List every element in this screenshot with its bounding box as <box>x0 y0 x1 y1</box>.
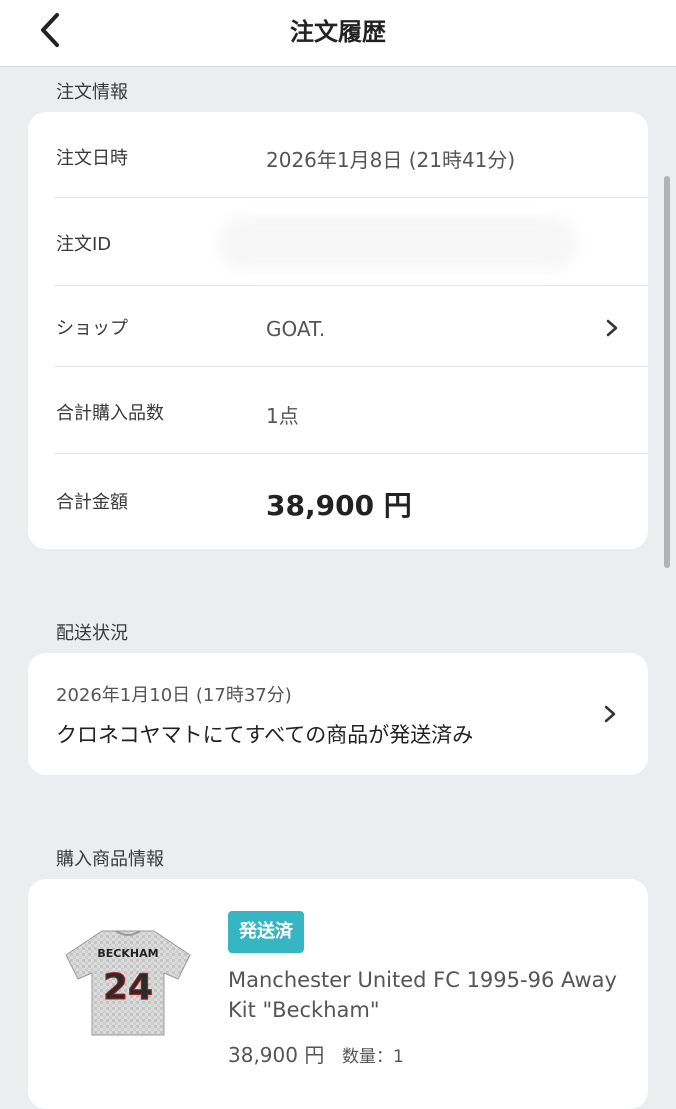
shipping-card[interactable]: 2026年1月10日 (17時37分) クロネコヤマトにてすべての商品が発送済み <box>28 653 648 775</box>
total-amount-value: 38,900 円 <box>266 489 412 522</box>
jersey-player-name: BECKHAM <box>97 947 158 960</box>
products-heading: 購入商品情報 <box>56 849 164 870</box>
shop-label: ショップ <box>56 318 128 339</box>
order-info-card: 注文日時 2026年1月8日 (21時41分) 注文ID ショップ GOAT. … <box>28 112 648 549</box>
order-date-row: 注文日時 2026年1月8日 (21時41分) <box>28 112 648 198</box>
total-amount-row: 合計金額 38,900 円 <box>28 454 648 549</box>
app-header: 注文履歴 <box>0 0 676 67</box>
shop-value: GOAT. <box>266 317 326 341</box>
shop-row[interactable]: ショップ GOAT. <box>28 286 648 367</box>
item-count-row: 合計購入品数 1点 <box>28 367 648 454</box>
order-info-heading: 注文情報 <box>56 82 128 103</box>
order-id-row: 注文ID <box>28 198 648 286</box>
product-name: Manchester United FC 1995-96 Away Kit "B… <box>228 968 617 1022</box>
scrollbar[interactable] <box>664 176 670 568</box>
item-count-value: 1点 <box>266 404 299 428</box>
product-jersey-image: BECKHAM 24 <box>65 930 191 1036</box>
jersey-number: 24 <box>103 967 153 1008</box>
chevron-right-icon <box>604 705 616 723</box>
order-id-redacted <box>218 216 578 270</box>
shipping-status-text: クロネコヤマトにてすべての商品が発送済み <box>56 723 474 747</box>
shipped-badge: 発送済 <box>228 911 304 953</box>
order-date-label: 注文日時 <box>56 148 128 169</box>
shipping-date: 2026年1月10日 (17時37分) <box>56 685 292 706</box>
page-title: 注文履歴 <box>290 18 386 46</box>
product-quantity: 数量：1 <box>342 1047 404 1067</box>
product-card[interactable]: BECKHAM 24 発送済 Manchester United FC 1995… <box>28 879 648 1109</box>
total-amount-label: 合計金額 <box>56 492 128 513</box>
shipping-heading: 配送状況 <box>56 623 128 644</box>
product-price: 38,900 円 <box>228 1043 325 1067</box>
item-count-label: 合計購入品数 <box>56 403 164 424</box>
order-id-label: 注文ID <box>56 234 112 255</box>
order-date-value: 2026年1月8日 (21時41分) <box>266 148 516 172</box>
chevron-right-icon <box>606 319 618 337</box>
